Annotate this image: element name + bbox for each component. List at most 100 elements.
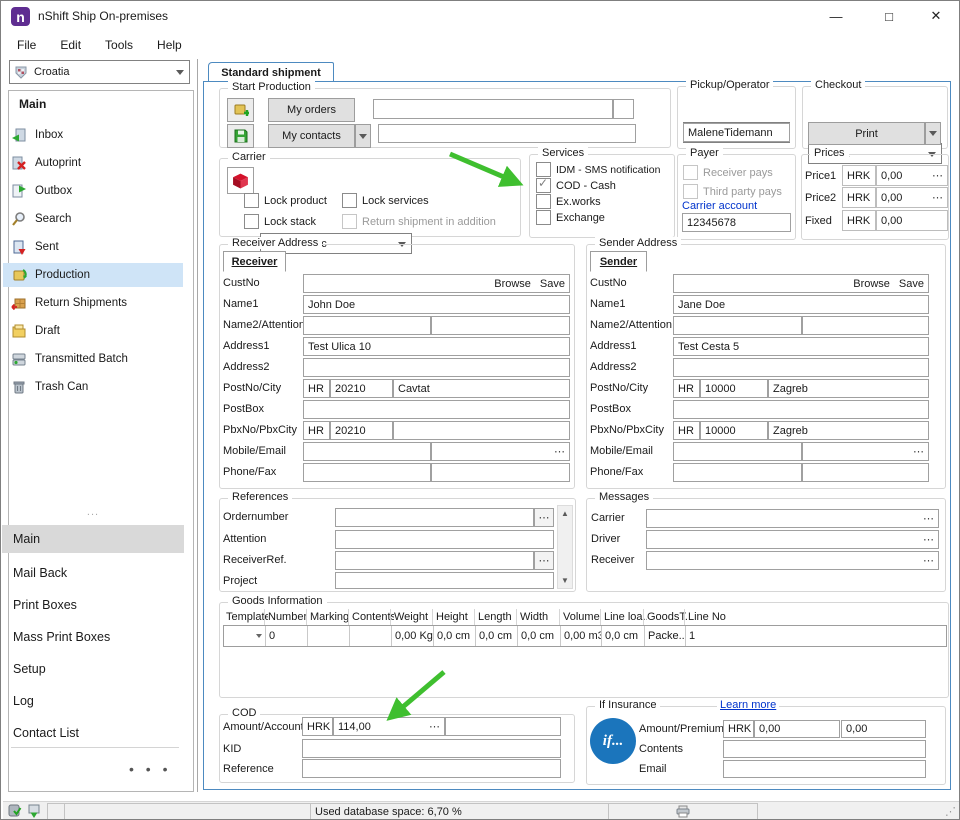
project-input[interactable]: [335, 572, 554, 589]
service-cod-cash[interactable]: COD - Cash: [536, 178, 616, 193]
sidebar-item-trash-can[interactable]: Trash Can: [3, 375, 183, 399]
country-selector[interactable]: Croatia: [9, 60, 190, 84]
receiver-pbx-city-input[interactable]: [393, 421, 570, 440]
sender-attention-input[interactable]: [802, 316, 929, 335]
receiver-mobile-input[interactable]: [303, 442, 431, 461]
sidebar-item-inbox[interactable]: Inbox: [3, 123, 183, 147]
message-receiver-input[interactable]: [646, 551, 939, 570]
sidebar-grip[interactable]: [1, 506, 185, 518]
sidebar-item-transmitted-batch[interactable]: Transmitted Batch: [3, 347, 183, 371]
save-link[interactable]: Save: [899, 278, 924, 290]
receiver-pbx-postno-input[interactable]: 20210: [330, 421, 393, 440]
receiver-postno-input[interactable]: 20210: [330, 379, 393, 398]
sidebar-item-draft[interactable]: Draft: [3, 319, 183, 343]
ellipsis-icon[interactable]: [932, 169, 943, 182]
references-scrollbar[interactable]: ▲ ▼: [557, 505, 573, 589]
sender-name2-input[interactable]: [673, 316, 802, 335]
sender-address2-input[interactable]: [673, 358, 929, 377]
marking-cell[interactable]: [308, 626, 350, 646]
my-contacts-dropdown[interactable]: [355, 124, 371, 148]
print-button[interactable]: Print: [808, 122, 925, 145]
sender-email-input[interactable]: [802, 442, 929, 461]
sidebar-item-production[interactable]: Production: [3, 263, 183, 287]
lock-services-checkbox[interactable]: Lock services: [342, 193, 429, 208]
carrier-account-input[interactable]: 12345678: [682, 213, 791, 232]
sender-phone-input[interactable]: [673, 463, 802, 482]
nav-item-contact-list[interactable]: Contact List: [2, 719, 184, 747]
contact-search-input[interactable]: [378, 124, 636, 143]
ellipsis-icon[interactable]: [554, 445, 565, 458]
ordernumber-browse-button[interactable]: [534, 508, 554, 527]
nav-item-print-boxes[interactable]: Print Boxes: [2, 591, 184, 619]
checkbox[interactable]: [342, 193, 357, 208]
checkbox[interactable]: [536, 194, 551, 209]
sender-tab-button[interactable]: Sender: [590, 251, 647, 272]
learn-more-link[interactable]: Learn more: [717, 699, 779, 711]
sidebar-item-sent[interactable]: Sent: [3, 235, 183, 259]
browse-link[interactable]: Browse: [853, 278, 890, 290]
menu-edit[interactable]: Edit: [56, 35, 85, 55]
ellipsis-icon[interactable]: [923, 533, 934, 546]
sidebar-item-outbox[interactable]: Outbox: [3, 179, 183, 203]
tab-standard-shipment[interactable]: Standard shipment: [208, 62, 334, 82]
minimize-button[interactable]: —: [816, 5, 856, 27]
ordernumber-input[interactable]: [335, 508, 534, 527]
receiver-tab-button[interactable]: Receiver: [223, 251, 286, 272]
sidebar-item-search[interactable]: Search: [3, 207, 183, 231]
cod-kid-input[interactable]: [302, 739, 561, 758]
sender-mobile-input[interactable]: [673, 442, 802, 461]
checkbox[interactable]: [244, 214, 259, 229]
goods-data-row[interactable]: 0 0,00 Kg 0,0 cm 0,0 cm 0,0 cm 0,00 m3 0…: [223, 625, 947, 647]
receiver-postbox-input[interactable]: [303, 400, 570, 419]
service-ex-works[interactable]: Ex.works: [536, 194, 601, 209]
receiver-country-input[interactable]: HR: [303, 379, 330, 398]
cod-amount-input[interactable]: 114,00: [333, 717, 445, 736]
nav-item-mass-print-boxes[interactable]: Mass Print Boxes: [2, 623, 184, 651]
sender-address1-input[interactable]: Test Cesta 5: [673, 337, 929, 356]
insurance-amount-input[interactable]: 0,00: [754, 720, 840, 738]
length-cell[interactable]: 0,0 cm: [476, 626, 518, 646]
sidebar-more-button[interactable]: [129, 761, 171, 777]
receiver-email-input[interactable]: [431, 442, 570, 461]
menu-help[interactable]: Help: [153, 35, 186, 55]
volume-cell[interactable]: 0,00 m3: [561, 626, 602, 646]
scroll-up-icon[interactable]: ▲: [558, 506, 572, 521]
nav-item-main[interactable]: Main: [2, 525, 184, 553]
sidebar-item-return-shipments[interactable]: Return Shipments: [3, 291, 183, 315]
receiver-attention-input[interactable]: [431, 316, 570, 335]
insurance-premium-input[interactable]: 0,00: [841, 720, 926, 738]
receiver-fax-input[interactable]: [431, 463, 570, 482]
receiver-address2-input[interactable]: [303, 358, 570, 377]
sender-city-input[interactable]: Zagreb: [768, 379, 929, 398]
order-search-input[interactable]: [373, 99, 613, 119]
receiver-address1-input[interactable]: Test Ulica 10: [303, 337, 570, 356]
sender-country-input[interactable]: HR: [673, 379, 700, 398]
lock-stack-checkbox[interactable]: Lock stack: [244, 214, 316, 229]
receiverref-browse-button[interactable]: [534, 551, 554, 570]
nav-item-log[interactable]: Log: [2, 687, 184, 715]
carrier-account-link[interactable]: Carrier account: [682, 200, 757, 212]
weight-cell[interactable]: 0,00 Kg: [392, 626, 434, 646]
sidebar-item-autoprint[interactable]: Autoprint: [3, 151, 183, 175]
maximize-button[interactable]: □: [869, 5, 909, 27]
sender-postbox-input[interactable]: [673, 400, 929, 419]
cod-account-input[interactable]: [445, 717, 561, 736]
sender-fax-input[interactable]: [802, 463, 929, 482]
insurance-contents-input[interactable]: [723, 740, 926, 758]
receiver-pbx-country-input[interactable]: HR: [303, 421, 330, 440]
sender-name1-input[interactable]: Jane Doe: [673, 295, 929, 314]
operator-input[interactable]: MaleneTidemann: [683, 123, 790, 142]
ellipsis-icon[interactable]: [923, 554, 934, 567]
service-idm-sms[interactable]: IDM - SMS notification: [536, 162, 660, 177]
attention-input[interactable]: [335, 530, 554, 549]
service-exchange[interactable]: Exchange: [536, 210, 605, 225]
sender-pbx-postno-input[interactable]: 10000: [700, 421, 768, 440]
receiver-name1-input[interactable]: John Doe: [303, 295, 570, 314]
width-cell[interactable]: 0,0 cm: [518, 626, 561, 646]
height-cell[interactable]: 0,0 cm: [434, 626, 476, 646]
order-search-button[interactable]: [613, 99, 634, 119]
carrier-logo-button[interactable]: [227, 167, 254, 194]
menu-tools[interactable]: Tools: [101, 35, 137, 55]
price1-input[interactable]: 0,00: [876, 165, 948, 186]
nav-item-setup[interactable]: Setup: [2, 655, 184, 683]
